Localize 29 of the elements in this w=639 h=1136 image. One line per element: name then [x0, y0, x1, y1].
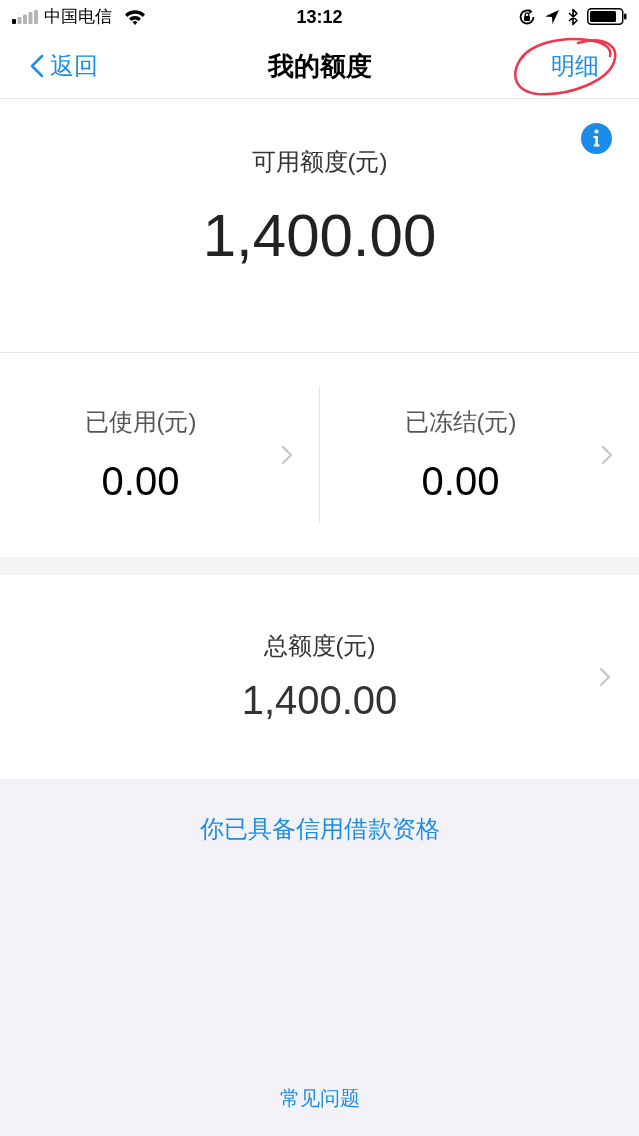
- breakdown-amount: 0.00: [421, 457, 500, 505]
- details-button[interactable]: 明细: [551, 53, 599, 78]
- breakdown-amount: 0.00: [101, 457, 180, 505]
- wifi-icon: [124, 8, 146, 25]
- info-icon[interactable]: [581, 123, 612, 154]
- battery-icon: [587, 8, 627, 25]
- total-credit-amount: 1,400.00: [241, 677, 398, 724]
- bluetooth-icon: [568, 7, 579, 26]
- available-credit-amount: 1,400.00: [202, 201, 437, 271]
- status-time: 13:12: [296, 7, 343, 26]
- faq-link[interactable]: 常见问题: [279, 1085, 360, 1111]
- available-credit-label: 可用额度(元): [251, 147, 388, 177]
- eligibility-link[interactable]: 你已具备信用借款资格: [199, 813, 440, 845]
- chevron-right-icon: [599, 667, 611, 687]
- total-credit-label: 总额度(元): [263, 631, 376, 661]
- total-credit-panel[interactable]: 总额度(元) 1,400.00: [0, 575, 639, 779]
- credit-breakdown-item[interactable]: 已冻结(元) 0.00: [320, 353, 639, 557]
- chevron-right-icon: [601, 445, 613, 465]
- location-arrow-icon: [544, 8, 560, 25]
- chevron-right-icon: [281, 445, 293, 465]
- breakdown-label: 已使用(元): [84, 406, 197, 437]
- credit-breakdown-item[interactable]: 已使用(元) 0.00: [0, 353, 319, 557]
- orientation-lock-icon: [518, 7, 536, 26]
- signal-icon: [12, 9, 38, 24]
- back-button[interactable]: 返回: [30, 53, 98, 78]
- chevron-left-icon: [30, 53, 44, 78]
- breakdown-label: 已冻结(元): [404, 406, 517, 437]
- page-title: 我的额度: [267, 52, 372, 79]
- carrier-name: 中国电信: [44, 8, 112, 25]
